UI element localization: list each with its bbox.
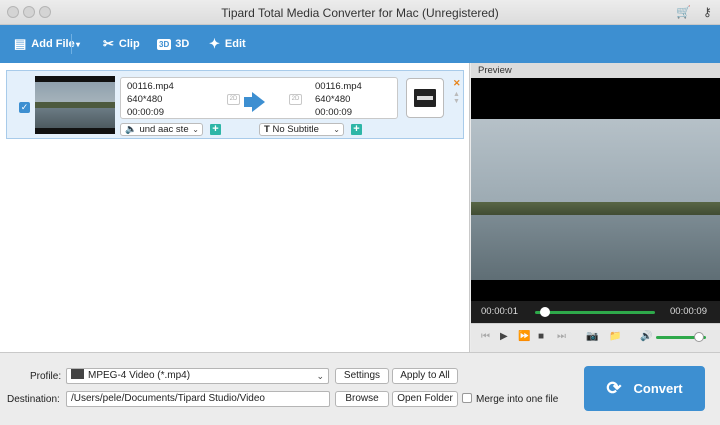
profile-label: Profile: [30, 371, 62, 382]
volume-knob[interactable] [693, 332, 704, 342]
timeline-bar: 00:00:01 00:00:09 [471, 301, 720, 323]
subtitle-select[interactable]: T No Subtitle ⌄ [259, 123, 344, 136]
output-duration: 00:00:09 [315, 107, 352, 118]
toolbar: ▤ Add File ▾ ✂ Clip 3D 3D ✦ Edit [0, 25, 720, 63]
preview-label: Preview [471, 63, 720, 78]
edit-label: Edit [224, 38, 246, 50]
mp4-icon [71, 369, 84, 379]
stop-icon[interactable]: ■ [538, 331, 544, 342]
source-info: 00116.mp4 640*480 00:00:09 [127, 80, 174, 119]
output-format-button[interactable] [406, 78, 444, 118]
convert-label: Convert [633, 381, 683, 396]
speaker-icon: 🔈 [125, 124, 137, 135]
edit-button[interactable]: ✦ Edit [209, 36, 246, 52]
source-2d-tag: 2D [227, 94, 240, 105]
profile-value: MPEG-4 Video (*.mp4) [88, 370, 191, 381]
chevron-down-icon: ⌄ [333, 125, 340, 134]
cart-icon[interactable]: 🛒 [676, 5, 691, 19]
text-icon: T [264, 124, 270, 135]
profile-select[interactable]: MPEG-4 Video (*.mp4) ⌄ [66, 368, 329, 384]
folder-icon[interactable]: 📁 [609, 331, 621, 342]
app-window: Tipard Total Media Converter for Mac (Un… [0, 0, 720, 425]
output-info: 00116.mp4 640*480 00:00:09 [315, 80, 362, 119]
audio-track-value: und aac ste [139, 124, 189, 135]
sparkle-icon: ✦ [209, 36, 220, 51]
skip-start-icon[interactable]: ⏮ [481, 331, 490, 342]
snapshot-icon[interactable]: 📷 [586, 331, 598, 342]
3d-icon: 3D [157, 38, 172, 50]
output-filename: 00116.mp4 [315, 81, 362, 92]
add-audio-button[interactable]: + [210, 124, 221, 135]
window-title: Tipard Total Media Converter for Mac (Un… [221, 6, 499, 20]
file-checkbox[interactable]: ✓ [19, 102, 30, 113]
merge-checkbox[interactable] [462, 393, 472, 403]
open-folder-button[interactable]: Open Folder [392, 391, 458, 407]
video-thumbnail[interactable] [35, 76, 115, 134]
3d-label: 3D [175, 38, 190, 50]
output-2d-tag: 2D [289, 94, 302, 105]
clip-label: Clip [118, 38, 140, 50]
remove-file-icon[interactable]: ✕ [453, 78, 461, 89]
timeline-knob[interactable] [539, 307, 550, 317]
clip-button[interactable]: ✂ Clip [103, 36, 140, 52]
convert-arrow-icon [244, 92, 265, 112]
file-row[interactable]: ✓ 00116.mp4 640*480 00:00:09 2D 2D 00116… [6, 70, 464, 139]
file-list: ✓ 00116.mp4 640*480 00:00:09 2D 2D 00116… [0, 63, 470, 352]
3d-button[interactable]: 3D 3D [157, 36, 189, 52]
add-file-button[interactable]: ▤ Add File [14, 36, 75, 52]
video-preview[interactable] [471, 78, 720, 301]
merge-label: Merge into one file [476, 394, 559, 405]
total-time: 00:00:09 [670, 306, 707, 317]
toolbar-separator [71, 34, 72, 54]
preview-panel: Preview 00:00:01 00:00:09 ⏮ ▶ ⏩ ■ ⏭ 📷 📁 … [471, 63, 720, 352]
file-info-box: 00116.mp4 640*480 00:00:09 2D 2D 00116.m… [120, 77, 398, 119]
chevron-down-icon: ⌄ [192, 125, 199, 134]
apply-to-all-button[interactable]: Apply to All [392, 368, 458, 384]
output-settings: Profile: MPEG-4 Video (*.mp4) ⌄ Settings… [0, 352, 720, 425]
destination-input[interactable]: /Users/pele/Documents/Tipard Studio/Vide… [66, 391, 330, 407]
timeline-slider[interactable] [535, 311, 655, 314]
chevron-down-icon: ▾ [76, 39, 81, 49]
playback-controls: ⏮ ▶ ⏩ ■ ⏭ 📷 📁 🔊 [471, 323, 720, 352]
add-subtitle-button[interactable]: + [351, 124, 362, 135]
skip-end-icon[interactable]: ⏭ [557, 331, 566, 342]
audio-track-select[interactable]: 🔈 und aac ste ⌄ [120, 123, 203, 136]
volume-icon[interactable]: 🔊 [640, 331, 652, 342]
destination-label: Destination: [7, 394, 60, 405]
source-filename: 00116.mp4 [127, 81, 174, 92]
fast-forward-icon[interactable]: ⏩ [518, 331, 530, 342]
output-resolution: 640*480 [315, 94, 351, 105]
chevron-down-icon: ⌄ [316, 371, 324, 381]
settings-button[interactable]: Settings [335, 368, 389, 384]
convert-button[interactable]: ⟳ Convert [584, 366, 705, 411]
play-icon[interactable]: ▶ [500, 331, 508, 342]
title-bar: Tipard Total Media Converter for Mac (Un… [0, 0, 720, 25]
reorder-icon[interactable]: ▲ ▼ [453, 91, 460, 105]
scissors-icon: ✂ [103, 36, 114, 51]
refresh-icon: ⟳ [606, 378, 622, 398]
browse-button[interactable]: Browse [335, 391, 389, 407]
current-time: 00:00:01 [481, 306, 518, 317]
key-icon[interactable]: ⚷ [703, 5, 712, 19]
add-file-label: Add File [31, 38, 75, 50]
subtitle-value: No Subtitle [272, 124, 319, 135]
film-icon [414, 89, 436, 107]
add-file-icon: ▤ [14, 36, 27, 51]
add-file-dropdown[interactable]: ▾ [76, 36, 80, 52]
source-duration: 00:00:09 [127, 107, 164, 118]
source-resolution: 640*480 [127, 94, 163, 105]
